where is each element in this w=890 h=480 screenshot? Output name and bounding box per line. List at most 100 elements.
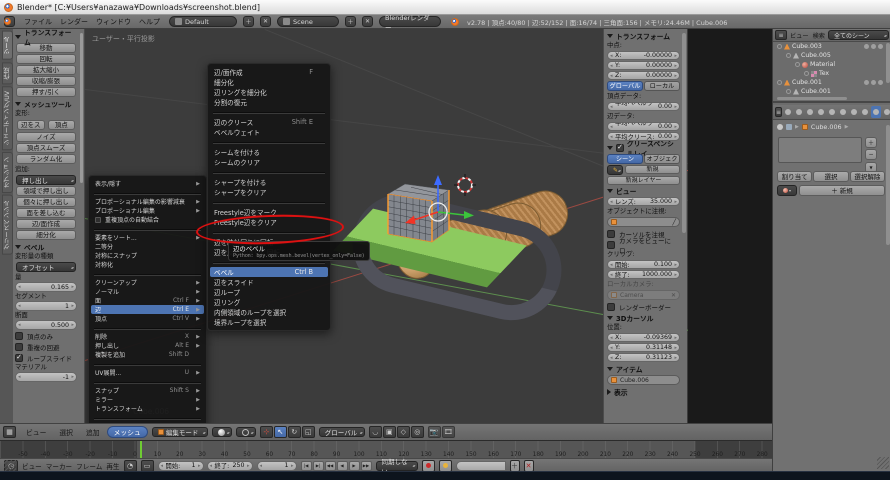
median-slider[interactable]: X:-0.00000 bbox=[607, 51, 680, 60]
properties-tab[interactable] bbox=[882, 106, 890, 118]
render-opengl-button[interactable]: 📷 bbox=[428, 426, 441, 438]
viewport-menu[interactable]: ビュー bbox=[20, 426, 52, 438]
menu-item[interactable]: 細分化 ▶ bbox=[208, 77, 330, 87]
shelf-scrollbar[interactable] bbox=[80, 33, 83, 183]
edge-data-slider[interactable]: 平均ベベルウェ:0.00 bbox=[607, 122, 680, 131]
material-browse-dropdown[interactable]: ▾ bbox=[777, 185, 797, 196]
median-slider[interactable]: Y:0.00000 bbox=[607, 61, 680, 70]
menu-item[interactable]: ▶ bbox=[208, 107, 330, 117]
local-camera-field[interactable]: Camera✕ bbox=[607, 290, 680, 300]
restrict-icons[interactable] bbox=[864, 80, 883, 85]
outliner-menu[interactable]: ビュー bbox=[790, 31, 809, 40]
record-button[interactable] bbox=[422, 460, 435, 472]
menu-item[interactable]: 辺ループ ▶ bbox=[208, 287, 330, 297]
menu-item[interactable]: スナップ Shift S ▶ bbox=[89, 386, 206, 395]
viewport-menu[interactable]: 選択 bbox=[53, 426, 79, 438]
expand-toggle-icon[interactable] bbox=[777, 80, 782, 85]
properties-tab[interactable] bbox=[783, 106, 793, 118]
topbar-menu[interactable]: ファイル bbox=[21, 17, 55, 27]
topbar-menu[interactable]: ウィンドウ bbox=[93, 17, 134, 27]
gpencil-draw-dropdown[interactable]: ✎ bbox=[607, 165, 623, 175]
shelf-button[interactable]: 個々に押し出し bbox=[16, 197, 76, 207]
menu-item[interactable]: ノーマル ▶ bbox=[89, 287, 206, 296]
gpencil-source-toggle[interactable]: オブジェクト bbox=[644, 154, 680, 164]
bevel-checkbox-row[interactable]: 頂点のみ bbox=[15, 330, 77, 341]
outliner-hscrollbar[interactable] bbox=[777, 97, 847, 100]
frame-range-field[interactable]: 開始:1 bbox=[158, 461, 204, 471]
bevel-value-slider[interactable]: 1 bbox=[15, 301, 77, 311]
properties-tab[interactable] bbox=[838, 106, 848, 118]
shelf-button[interactable]: 頂点 bbox=[48, 120, 76, 130]
topbar-menu[interactable]: ヘルプ bbox=[136, 17, 163, 27]
panel-header-item[interactable]: アイテム bbox=[607, 363, 680, 374]
menu-item[interactable]: 辺/面作成 F ▶ bbox=[208, 67, 330, 77]
clip-slider[interactable]: 開始:0.100 bbox=[607, 260, 680, 269]
viewport-menu[interactable]: メッシュ bbox=[107, 426, 148, 438]
outliner-menu[interactable]: 検索 bbox=[813, 31, 825, 40]
gpencil-checkbox-icon[interactable]: ✓ bbox=[616, 144, 624, 152]
menu-item[interactable]: トランスフォーム ▶ bbox=[89, 404, 206, 413]
viewport-menu[interactable]: 追加 bbox=[80, 426, 106, 438]
menu-item[interactable]: ▶ bbox=[89, 377, 206, 386]
resize-grip[interactable] bbox=[877, 457, 889, 469]
menu-item[interactable]: クリーンアップ ▶ bbox=[89, 278, 206, 287]
shelf-tab[interactable]: 作成 bbox=[2, 62, 13, 84]
shelf-tab[interactable]: グリースペンシル bbox=[2, 195, 13, 255]
material-slot-list[interactable] bbox=[778, 137, 862, 163]
blender-menu-button[interactable] bbox=[4, 16, 15, 27]
menu-item[interactable]: ▶ bbox=[89, 188, 206, 197]
timeline-resize-grip[interactable] bbox=[4, 460, 16, 472]
menu-item[interactable]: 内側領域のループを選択 ▶ bbox=[208, 307, 330, 317]
outliner-editor-icon[interactable]: ≡ bbox=[775, 30, 787, 40]
jump-to-start-button[interactable]: |◀ bbox=[301, 461, 312, 471]
panel-header-meshtools[interactable]: メッシュツール bbox=[15, 98, 77, 109]
jump-to-end-button[interactable]: ▶| bbox=[313, 461, 324, 471]
snap-toggle-button[interactable]: ◡ bbox=[369, 426, 382, 438]
render-engine-selector[interactable]: Blenderレンダー bbox=[379, 16, 441, 27]
menu-item[interactable]: プロポーショナル編集の影響減衰タイプ ▶ bbox=[89, 197, 206, 206]
close-layout-button[interactable]: ✕ bbox=[260, 16, 271, 27]
add-scene-button[interactable]: ＋ bbox=[345, 16, 356, 27]
space-toggle[interactable]: ローカル bbox=[644, 81, 680, 91]
shelf-button[interactable]: 辺/面作成 bbox=[16, 219, 76, 229]
manipulator-toggle-button[interactable]: ⊹ bbox=[260, 426, 273, 438]
menu-item[interactable]: 削除 X ▶ bbox=[89, 332, 206, 341]
menu-item[interactable]: 重複頂点の自動結合 ▶ bbox=[89, 215, 206, 224]
menu-item[interactable]: ▶ bbox=[89, 413, 206, 422]
panel-header-transform[interactable]: トランスフォーム bbox=[15, 31, 77, 42]
eyedropper-icon[interactable]: ╱ bbox=[672, 219, 676, 226]
render-opengl-anim-button[interactable]: 🎞 bbox=[442, 426, 455, 438]
next-keyframe-button[interactable]: ▶▶ bbox=[361, 461, 372, 471]
expand-toggle-icon[interactable] bbox=[777, 44, 782, 49]
pin-icon[interactable] bbox=[777, 124, 783, 130]
bevel-checkbox-row[interactable]: ✓ ループスライド bbox=[15, 352, 77, 363]
vertex-data-slider[interactable]: 平均ベベルウェ:0.00 bbox=[607, 102, 680, 111]
menu-item[interactable]: ミラー ▶ bbox=[89, 395, 206, 404]
menu-item[interactable]: 分割の復元 ▶ bbox=[208, 97, 330, 107]
current-frame-field[interactable]: 1 bbox=[257, 461, 297, 471]
properties-editor-icon[interactable]: ≡ bbox=[775, 107, 782, 117]
restrict-icons[interactable] bbox=[864, 44, 883, 49]
gpencil-new-button[interactable]: 新規 bbox=[625, 165, 680, 174]
properties-scrollbar[interactable] bbox=[886, 125, 890, 245]
clip-slider[interactable]: 終了:1000.000 bbox=[607, 270, 680, 279]
lens-slider[interactable]: レンズ:35.000 bbox=[607, 197, 680, 206]
menu-item[interactable]: 押し出し Alt E ▶ bbox=[89, 341, 206, 350]
menu-item[interactable]: ベベル Ctrl B ▶ bbox=[210, 267, 328, 277]
menu-item[interactable]: 面 Ctrl F ▶ bbox=[89, 296, 206, 305]
properties-tab[interactable] bbox=[794, 106, 804, 118]
lock-object-field[interactable]: ╱ bbox=[607, 217, 680, 227]
menu-item[interactable]: 対称化 ▶ bbox=[89, 260, 206, 269]
add-slot-button[interactable]: ＋ bbox=[865, 137, 877, 148]
new-layer-button[interactable]: 新規レイヤー bbox=[607, 176, 680, 185]
panel-header-gpencil[interactable]: ✓グリースペンシルレイ bbox=[607, 142, 680, 153]
proportional-edit-button[interactable]: ◎ bbox=[411, 426, 424, 438]
delete-keyframe-button[interactable]: ✕ bbox=[524, 460, 534, 472]
shelf-tab[interactable]: ツール bbox=[2, 31, 13, 60]
topbar-menu[interactable]: レンダー bbox=[57, 17, 91, 27]
keying-set-field[interactable] bbox=[456, 461, 506, 471]
cursor-loc-slider[interactable]: Y:0.31148 bbox=[607, 343, 680, 352]
remove-slot-button[interactable]: − bbox=[865, 149, 877, 160]
cursor-loc-slider[interactable]: X:-0.09369 bbox=[607, 333, 680, 342]
snap-target-button[interactable]: ◇ bbox=[397, 426, 410, 438]
